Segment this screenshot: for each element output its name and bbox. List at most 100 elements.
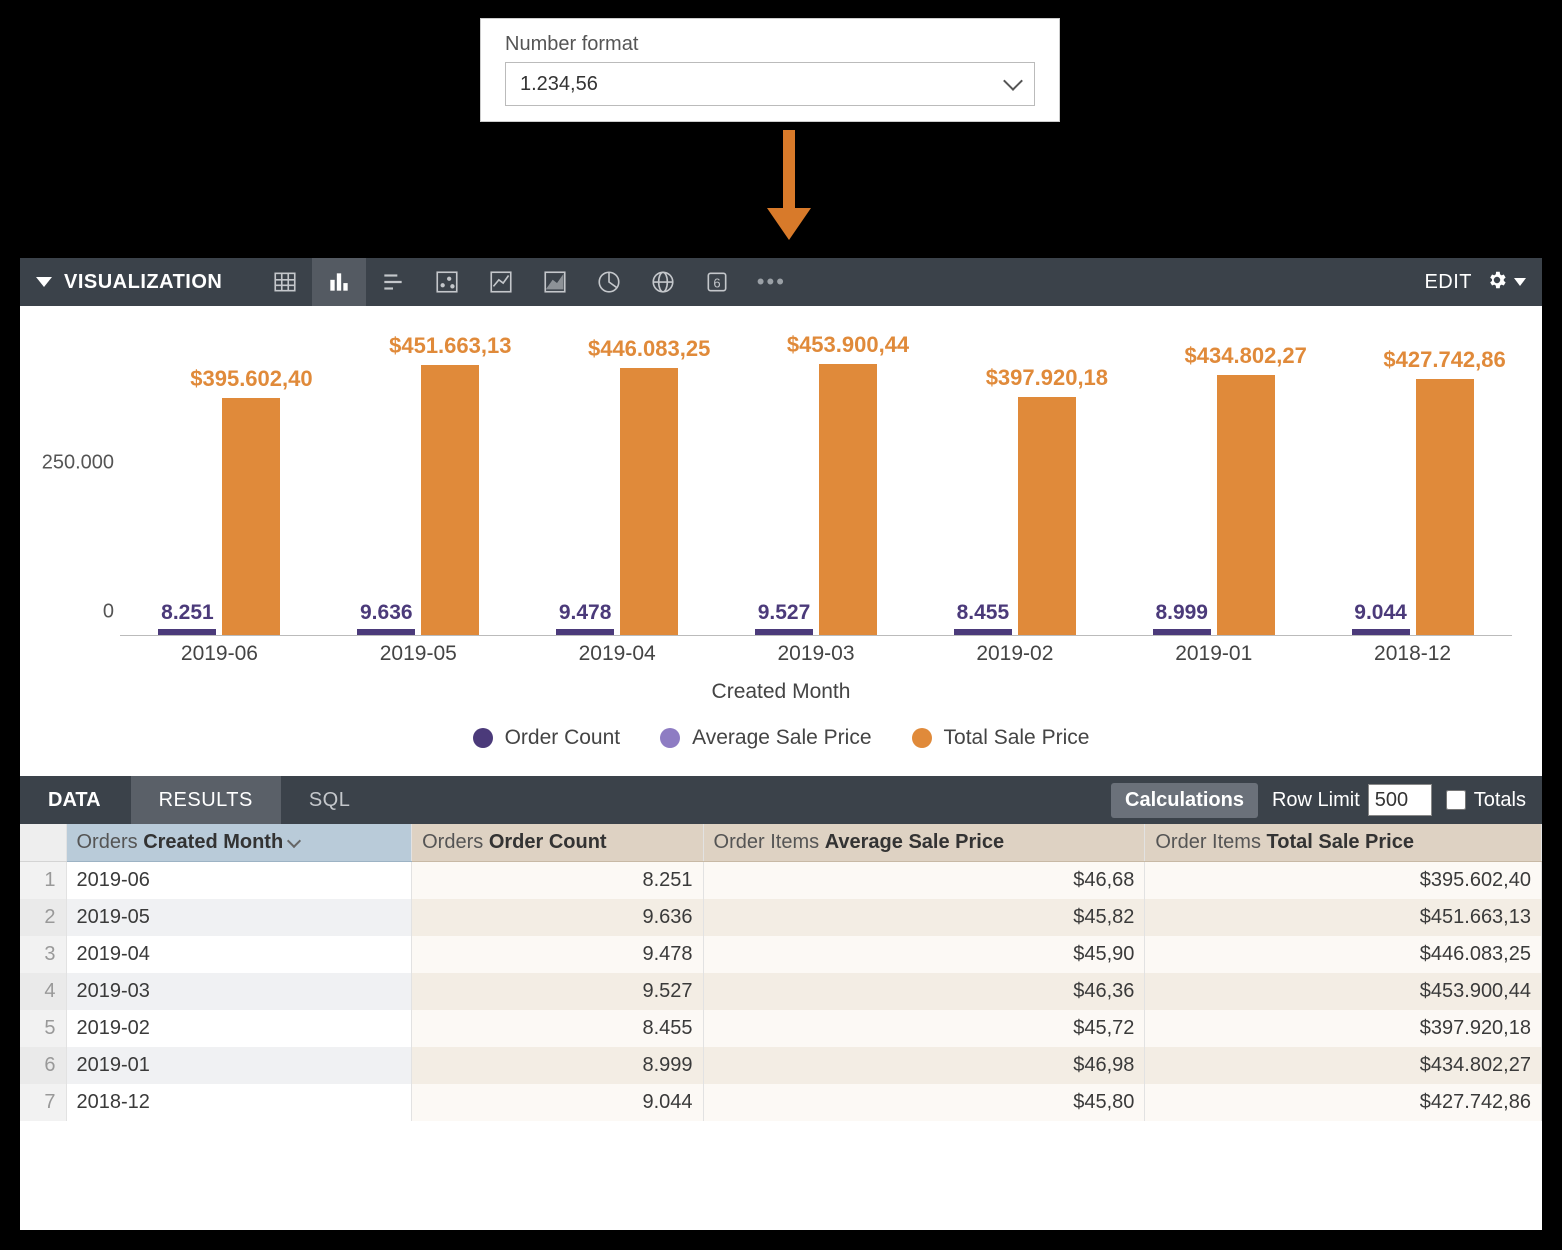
gear-icon: [1486, 269, 1508, 296]
totals-label: Totals: [1474, 789, 1526, 812]
cell-total-sale-price[interactable]: $453.900,44: [1145, 973, 1542, 1010]
cell-average-sale-price[interactable]: $45,82: [703, 899, 1145, 936]
cell-total-sale-price[interactable]: $395.602,40: [1145, 862, 1542, 900]
tab-results[interactable]: RESULTS: [131, 776, 281, 824]
collapse-visualization-toggle[interactable]: [36, 277, 52, 287]
legend-label: Average Sale Price: [692, 726, 871, 750]
column-header[interactable]: Order Items Average Sale Price: [703, 824, 1145, 862]
bar-total-sale-price[interactable]: $427.742,86: [1416, 379, 1474, 635]
cell-created-month[interactable]: 2019-06: [66, 862, 412, 900]
calculations-button[interactable]: Calculations: [1111, 783, 1258, 818]
cell-order-count[interactable]: 9.636: [412, 899, 703, 936]
cell-average-sale-price[interactable]: $46,68: [703, 862, 1145, 900]
cell-total-sale-price[interactable]: $397.920,18: [1145, 1010, 1542, 1047]
legend-item[interactable]: Average Sale Price: [660, 726, 871, 750]
legend-swatch-icon: [660, 728, 680, 748]
viz-type-line-icon[interactable]: [474, 258, 528, 306]
viz-type-scatter-icon[interactable]: [420, 258, 474, 306]
bar-value-label: $453.900,44: [787, 332, 909, 362]
bar-group: 8.251 $395.602,40: [120, 336, 319, 635]
viz-type-map-icon[interactable]: [636, 258, 690, 306]
viz-type-pie-icon[interactable]: [582, 258, 636, 306]
legend-label: Order Count: [505, 726, 621, 750]
cell-created-month[interactable]: 2019-05: [66, 899, 412, 936]
table-row: 42019-039.527$46,36$453.900,44: [20, 973, 1542, 1010]
cell-created-month[interactable]: 2019-02: [66, 1010, 412, 1047]
tab-sql[interactable]: SQL: [281, 776, 379, 824]
cell-order-count[interactable]: 8.455: [412, 1010, 703, 1047]
table-row: 12019-068.251$46,68$395.602,40: [20, 862, 1542, 900]
bar-value-label: $395.602,40: [190, 366, 312, 396]
bar-value-label: 9.478: [559, 601, 612, 629]
cell-average-sale-price[interactable]: $45,90: [703, 936, 1145, 973]
table-row: 62019-018.999$46,98$434.802,27: [20, 1047, 1542, 1084]
viz-type-column-icon[interactable]: [312, 258, 366, 306]
totals-toggle[interactable]: Totals: [1446, 789, 1526, 812]
bar-total-sale-price[interactable]: $453.900,44: [819, 364, 877, 635]
x-tick-label: 2019-03: [717, 636, 916, 670]
cell-order-count[interactable]: 9.044: [412, 1084, 703, 1121]
bar-total-sale-price[interactable]: $451.663,13: [421, 365, 479, 635]
edit-visualization-button[interactable]: EDIT: [1424, 271, 1472, 294]
bar-order-count[interactable]: 8.999: [1153, 629, 1211, 635]
legend-label: Total Sale Price: [944, 726, 1090, 750]
visualization-header: VISUALIZATION: [20, 258, 1542, 306]
viz-type-area-icon[interactable]: [528, 258, 582, 306]
cell-total-sale-price[interactable]: $446.083,25: [1145, 936, 1542, 973]
visualization-settings-menu[interactable]: [1486, 269, 1526, 296]
cell-order-count[interactable]: 8.251: [412, 862, 703, 900]
number-format-value: 1.234,56: [520, 73, 598, 96]
bar-group: 8.455 $397.920,18: [915, 336, 1114, 635]
bar-value-label: 8.251: [161, 601, 214, 629]
row-number-cell: 2: [20, 899, 66, 936]
viz-type-table-icon[interactable]: [258, 258, 312, 306]
cell-order-count[interactable]: 9.478: [412, 936, 703, 973]
cell-total-sale-price[interactable]: $434.802,27: [1145, 1047, 1542, 1084]
bar-order-count[interactable]: 9.478: [556, 629, 614, 635]
bar-total-sale-price[interactable]: $446.083,25: [620, 368, 678, 635]
number-format-select[interactable]: 1.234,56: [505, 62, 1035, 106]
cell-average-sale-price[interactable]: $45,80: [703, 1084, 1145, 1121]
row-number-cell: 4: [20, 973, 66, 1010]
sort-desc-icon: [287, 834, 301, 848]
cell-created-month[interactable]: 2018-12: [66, 1084, 412, 1121]
bar-group: 9.527 $453.900,44: [717, 336, 916, 635]
bar-order-count[interactable]: 8.455: [954, 629, 1012, 635]
row-limit-field: Row Limit: [1272, 784, 1432, 816]
cell-order-count[interactable]: 8.999: [412, 1047, 703, 1084]
row-limit-input[interactable]: [1368, 784, 1432, 816]
x-tick-label: 2019-02: [915, 636, 1114, 670]
cell-order-count[interactable]: 9.527: [412, 973, 703, 1010]
legend-item[interactable]: Order Count: [473, 726, 621, 750]
bar-value-label: 8.455: [957, 601, 1010, 629]
cell-average-sale-price[interactable]: $46,98: [703, 1047, 1145, 1084]
row-number-cell: 3: [20, 936, 66, 973]
bar-total-sale-price[interactable]: $434.802,27: [1217, 375, 1275, 635]
cell-created-month[interactable]: 2019-01: [66, 1047, 412, 1084]
cell-created-month[interactable]: 2019-04: [66, 936, 412, 973]
bar-value-label: 9.527: [758, 601, 811, 629]
bar-value-label: $397.920,18: [986, 365, 1108, 395]
column-header[interactable]: Orders Order Count: [412, 824, 703, 862]
cell-average-sale-price[interactable]: $45,72: [703, 1010, 1145, 1047]
viz-type-bar-icon[interactable]: [366, 258, 420, 306]
cell-total-sale-price[interactable]: $427.742,86: [1145, 1084, 1542, 1121]
chevron-down-icon: [1003, 71, 1023, 91]
cell-total-sale-price[interactable]: $451.663,13: [1145, 899, 1542, 936]
data-header: DATA RESULTS SQL Calculations Row Limit …: [20, 776, 1542, 824]
column-header[interactable]: Order Items Total Sale Price: [1145, 824, 1542, 862]
cell-average-sale-price[interactable]: $46,36: [703, 973, 1145, 1010]
bar-total-sale-price[interactable]: $397.920,18: [1018, 397, 1076, 635]
legend-item[interactable]: Total Sale Price: [912, 726, 1090, 750]
bar-group: 9.044 $427.742,86: [1313, 336, 1512, 635]
column-header[interactable]: Orders Created Month: [66, 824, 412, 862]
viz-type-more-icon[interactable]: •••: [744, 258, 798, 306]
bar-order-count[interactable]: 8.251: [158, 629, 216, 635]
bar-order-count[interactable]: 9.044: [1352, 629, 1410, 635]
viz-type-single-value-icon[interactable]: 6: [690, 258, 744, 306]
bar-total-sale-price[interactable]: $395.602,40: [222, 398, 280, 635]
bar-order-count[interactable]: 9.527: [755, 629, 813, 635]
cell-created-month[interactable]: 2019-03: [66, 973, 412, 1010]
totals-checkbox[interactable]: [1446, 790, 1466, 810]
bar-order-count[interactable]: 9.636: [357, 629, 415, 635]
